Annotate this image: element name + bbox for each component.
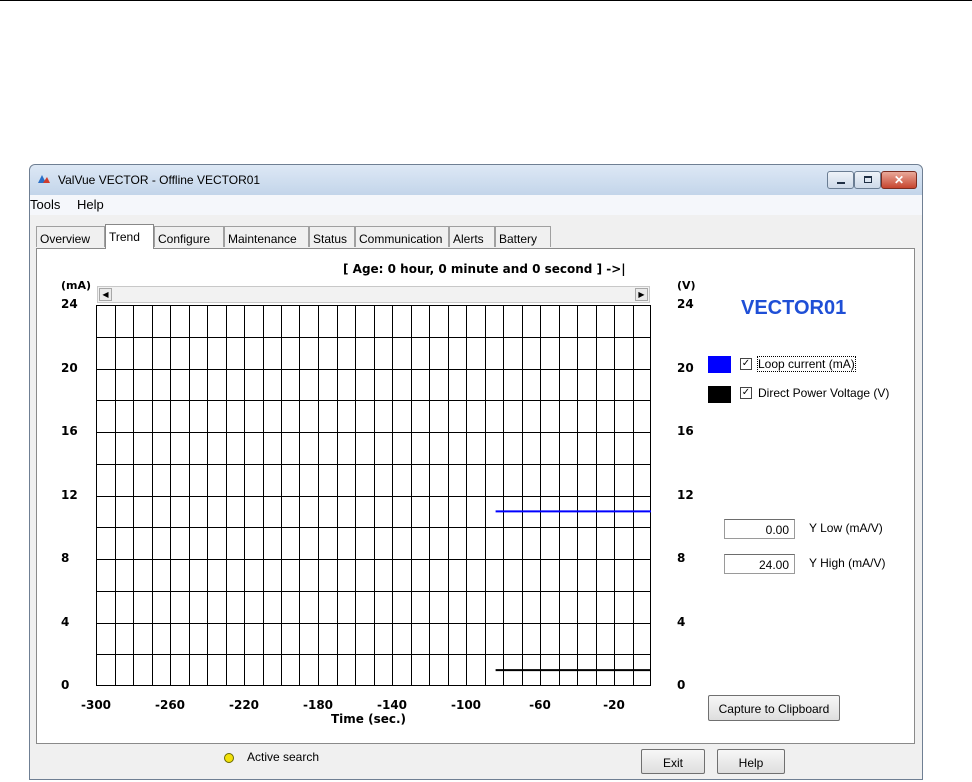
page-top-rule [0,0,972,1]
x-tick-label: -180 [302,698,334,712]
trend-panel: [ Age: 0 hour, 0 minute and 0 second ] -… [36,248,915,744]
menu-help[interactable]: Help [77,197,104,212]
title-bar[interactable]: ValVue VECTOR - Offline VECTOR01 ✕ [30,165,922,195]
y-tick-label-right: 0 [677,678,686,692]
trend-chart [96,305,651,686]
y-low-label: Y Low (mA/V) [809,521,883,535]
x-tick-label: -260 [154,698,186,712]
loop-current-checkbox[interactable]: ✓ [740,358,752,370]
maximize-button[interactable] [854,171,881,189]
x-tick-label: -140 [376,698,408,712]
x-tick-label: -60 [529,698,551,712]
menu-bar: Tools Help [30,195,922,215]
device-name: VECTOR01 [741,297,847,319]
time-scrollbar[interactable]: ◀ ▶ [97,286,650,303]
maximize-icon [864,176,872,183]
y-tick-label-right: 12 [677,487,694,502]
legend-swatch-direct-power-voltage [708,386,731,403]
tab-overview[interactable]: Overview [36,226,105,247]
y-tick-label-left: 8 [61,551,70,565]
y-tick-label-right: 24 [677,297,694,311]
tab-alerts[interactable]: Alerts [449,226,495,247]
help-button[interactable]: Help [717,749,785,774]
y-high-field[interactable]: 24.00 [724,554,795,574]
y-tick-label-left: 0 [61,678,70,692]
right-axis-unit: (V) [677,279,696,292]
y-tick-label-left: 12 [61,487,78,502]
y-high-label: Y High (mA/V) [809,556,886,570]
tab-configure[interactable]: Configure [154,226,224,247]
tab-communication[interactable]: Communication [355,226,449,247]
active-search-indicator-icon [224,753,234,763]
y-tick-label-right: 8 [677,551,686,565]
tab-maintenance[interactable]: Maintenance [224,226,309,247]
status-text: Active search [247,750,320,764]
left-axis-unit: (mA) [61,279,92,292]
window-client-area: Overview Trend Configure Maintenance Sta… [30,215,922,779]
app-window: ValVue VECTOR - Offline VECTOR01 ✕ Tools… [29,164,923,780]
scroll-left-arrow-icon[interactable]: ◀ [99,288,112,301]
minimize-button[interactable] [827,171,854,189]
direct-power-voltage-label[interactable]: Direct Power Voltage (V) [758,386,889,400]
y-tick-label-right: 20 [677,360,694,375]
x-tick-label: -100 [450,698,482,712]
tab-trend[interactable]: Trend [105,224,154,249]
x-axis-label: Time (sec.) [331,712,407,726]
age-label: [ Age: 0 hour, 0 minute and 0 second ] -… [343,262,626,276]
y-tick-label-left: 16 [61,424,78,438]
x-tick-label: -300 [80,698,112,712]
y-tick-label-left: 4 [61,614,70,629]
exit-button[interactable]: Exit [641,749,705,774]
plot-area [96,305,651,686]
y-low-field[interactable]: 0.00 [724,519,795,539]
y-tick-label-right: 4 [677,614,686,629]
direct-power-voltage-checkbox[interactable]: ✓ [740,387,752,399]
app-logo-icon [38,175,50,183]
x-tick-label: -220 [228,698,260,712]
legend-swatch-loop-current [708,356,731,373]
loop-current-label[interactable]: Loop current (mA) [757,356,856,372]
y-tick-label-left: 24 [61,297,78,311]
menu-tools[interactable]: Tools [30,197,60,212]
close-icon: ✕ [893,173,905,187]
y-tick-label-right: 16 [677,424,694,438]
scroll-right-arrow-icon[interactable]: ▶ [635,288,648,301]
capture-to-clipboard-button[interactable]: Capture to Clipboard [708,695,840,721]
x-tick-label: -20 [603,698,625,712]
tab-status[interactable]: Status [309,226,355,247]
window-title: ValVue VECTOR - Offline VECTOR01 [58,173,261,187]
minimize-icon [837,182,845,184]
y-tick-label-left: 20 [61,360,78,375]
tab-battery[interactable]: Battery [495,226,551,247]
close-button[interactable]: ✕ [881,171,917,189]
